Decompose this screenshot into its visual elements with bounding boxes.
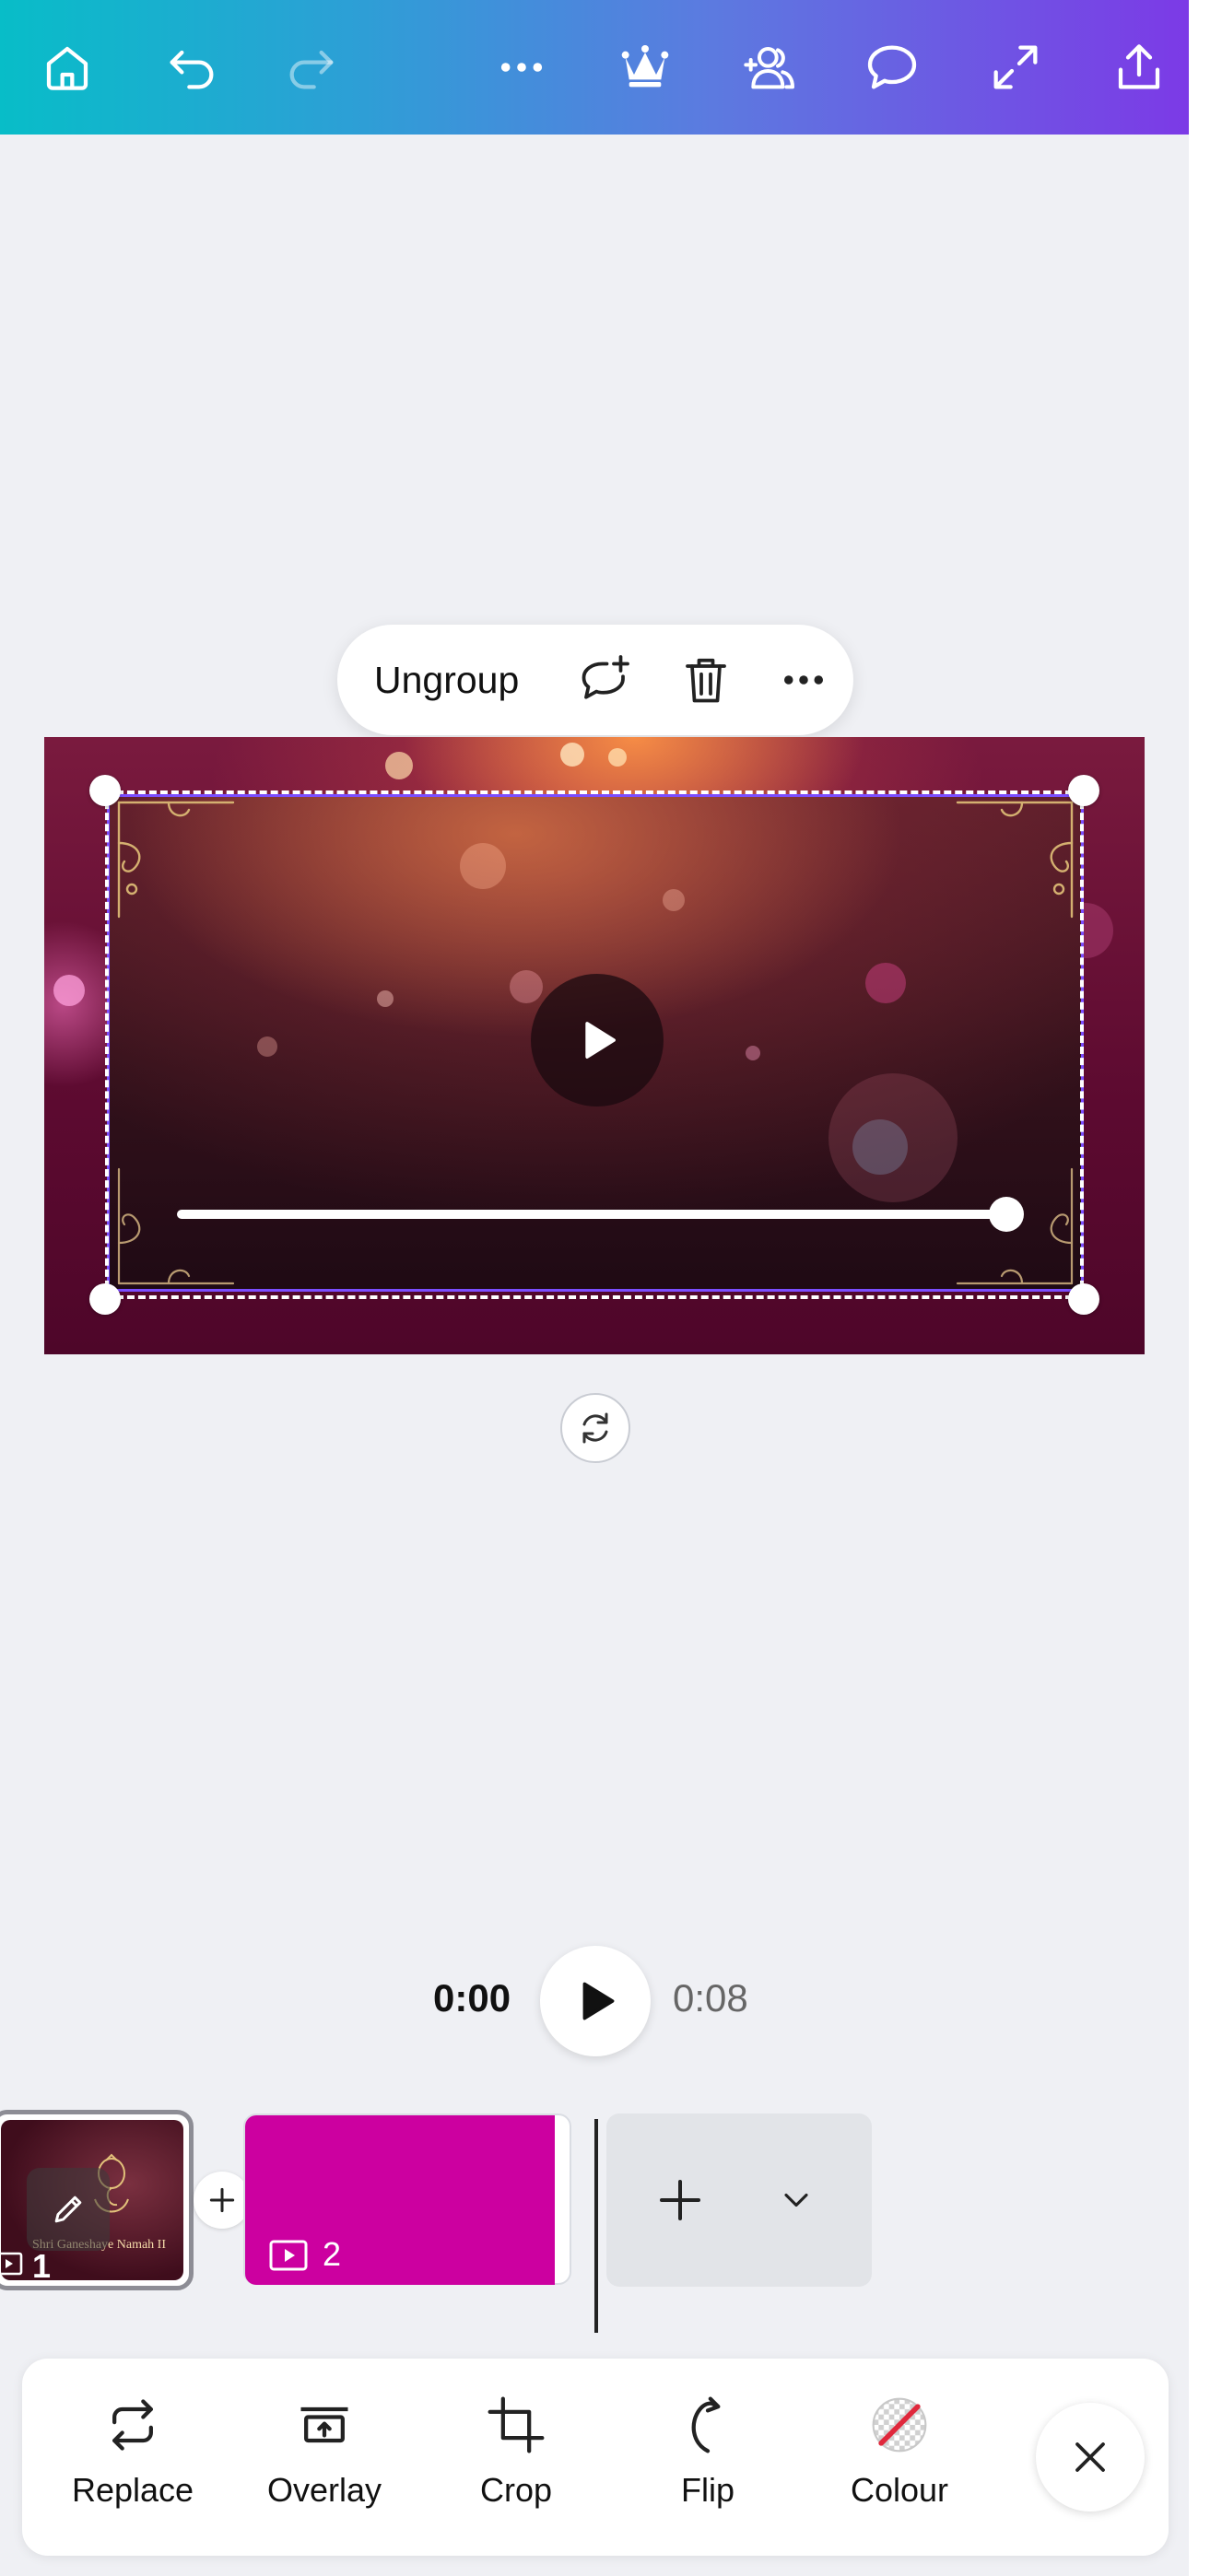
add-comment-icon[interactable] [571, 647, 638, 713]
fullscreen-icon[interactable] [979, 30, 1052, 104]
trash-icon[interactable] [673, 647, 739, 713]
bokeh-light [560, 743, 584, 767]
crown-icon[interactable] [608, 30, 682, 104]
more-options-icon[interactable] [770, 647, 837, 713]
video-clip-icon [269, 2240, 308, 2271]
resize-handle-bottom-right[interactable] [1068, 1283, 1099, 1315]
play-icon [582, 1982, 615, 2020]
home-icon[interactable] [30, 30, 104, 104]
resize-handle-bottom-left[interactable] [89, 1283, 121, 1315]
colour-button[interactable]: Colour [817, 2388, 982, 2526]
replace-label: Replace [71, 2471, 194, 2509]
bokeh-light [53, 975, 85, 1006]
edit-clip-button[interactable] [27, 2168, 110, 2251]
add-page-button[interactable] [643, 2163, 717, 2237]
play-button[interactable] [540, 1946, 651, 2056]
video-clip-icon [1, 2252, 23, 2276]
playhead[interactable] [594, 2119, 598, 2333]
overlay-button[interactable]: Overlay [241, 2388, 407, 2526]
bokeh-light [385, 752, 413, 779]
undo-icon[interactable] [155, 30, 229, 104]
resize-handle-top-right[interactable] [1068, 775, 1099, 806]
redo-icon [275, 30, 348, 104]
flip-label: Flip [680, 2471, 734, 2509]
overlay-label: Overlay [266, 2471, 382, 2509]
clip-thumbnail: Shri Ganeshaye Namah II 1 [1, 2120, 183, 2280]
right-edge [1189, 0, 1222, 2576]
clip-number: 2 [323, 2235, 342, 2273]
comment-icon[interactable] [855, 30, 929, 104]
add-people-icon[interactable] [734, 30, 807, 104]
replace-button[interactable]: Replace [50, 2388, 216, 2526]
total-duration: 0:08 [673, 1976, 748, 2020]
clip-thumbnail: 2 [245, 2115, 555, 2285]
bottom-toolbar: Replace Overlay Crop Flip Colour [22, 2359, 1169, 2556]
video-scrubber[interactable] [177, 1197, 1024, 1232]
rotate-button[interactable] [560, 1393, 630, 1463]
close-button[interactable] [1036, 2403, 1145, 2512]
timeline-clip-2[interactable]: 2 [243, 2113, 571, 2285]
scrubber-handle[interactable] [989, 1197, 1024, 1232]
ungroup-button[interactable]: Ungroup [365, 652, 528, 708]
plus-icon [209, 2187, 235, 2213]
crop-label: Crop [479, 2471, 553, 2509]
top-toolbar [0, 0, 1189, 135]
overlay-icon [288, 2388, 361, 2462]
flip-button[interactable]: Flip [625, 2388, 791, 2526]
clip-number: 1 [32, 2247, 52, 2280]
add-transition-button[interactable] [194, 2172, 251, 2229]
plus-icon [660, 2180, 700, 2220]
current-time: 0:00 [433, 1976, 511, 2020]
play-icon [585, 1022, 616, 1059]
colour-icon [863, 2388, 936, 2462]
resize-handle-top-left[interactable] [89, 775, 121, 806]
crop-icon [479, 2388, 553, 2462]
video-play-button[interactable] [531, 974, 664, 1107]
rotate-icon [582, 1412, 608, 1444]
context-toolbar: Ungroup [337, 625, 853, 735]
colour-label: Colour [850, 2471, 949, 2509]
crop-button[interactable]: Crop [433, 2388, 599, 2526]
flip-icon [671, 2388, 745, 2462]
replace-icon [96, 2388, 170, 2462]
timeline-clip-1[interactable]: Shri Ganeshaye Namah II 1 [0, 2110, 194, 2290]
add-page-control [606, 2113, 872, 2287]
design-canvas[interactable] [44, 737, 1145, 1354]
bokeh-light [608, 748, 627, 767]
more-icon[interactable] [485, 30, 558, 104]
pencil-icon [54, 2195, 82, 2223]
chevron-down-icon [784, 2193, 808, 2207]
close-icon [1075, 2442, 1105, 2472]
add-page-options-button[interactable] [769, 2172, 824, 2228]
share-icon[interactable] [1102, 30, 1176, 104]
